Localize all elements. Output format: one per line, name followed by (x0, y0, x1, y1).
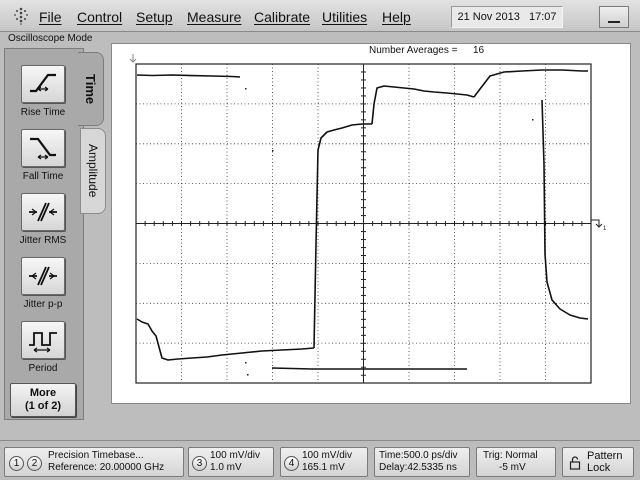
date-time-display: 21 Nov 2013 17:07 (451, 6, 563, 28)
waveform-falling-edge (541, 99, 589, 320)
channel-1-indicator[interactable]: 1 (9, 456, 24, 471)
channel-4-scale: 100 mV/div (302, 450, 353, 461)
lock-icon (569, 456, 581, 470)
channel-3-indicator: 3 (192, 456, 207, 471)
period-label: Period (28, 363, 58, 374)
pattern-lock-button[interactable]: Pattern Lock (562, 447, 634, 477)
period-icon (29, 332, 57, 353)
jitter-rms-button[interactable]: Jitter RMS (5, 189, 81, 249)
menu-utilities[interactable]: Utilities (322, 9, 367, 25)
channel-4-indicator: 4 (284, 456, 299, 471)
trigger-mode: Trig: Normal (483, 450, 538, 461)
tab-time[interactable]: Time (78, 52, 104, 126)
date-text: 21 Nov 2013 (457, 11, 520, 23)
rise-time-label: Rise Time (20, 107, 66, 118)
channel-2-indicator[interactable]: 2 (27, 456, 42, 471)
rise-time-button[interactable]: Rise Time (5, 61, 81, 121)
waveform-rising-edge-2 (371, 85, 475, 125)
jitter-rms-icon (29, 202, 57, 222)
trigger-status[interactable]: Trig: Normal -5 mV (476, 447, 556, 477)
jitter-pp-label: Jitter p-p (23, 299, 63, 310)
waveform-trace-lower (136, 318, 315, 361)
lock-label: Lock (587, 462, 611, 474)
more-label: More (29, 387, 57, 399)
minimize-button[interactable] (599, 6, 629, 28)
fall-time-icon (30, 137, 56, 160)
channel-4-status[interactable]: 4 100 mV/div 165.1 mV (280, 447, 368, 477)
fall-time-button[interactable]: Fall Time (5, 125, 81, 185)
menu-file[interactable]: File (39, 9, 62, 25)
status-bar: 1 2 Precision Timebase... Reference: 20.… (0, 440, 640, 480)
measurement-panel: Rise Time Fall Time Jitter RMS Jitter p-… (4, 48, 84, 420)
time-text: 17:07 (529, 11, 557, 23)
menu-control[interactable]: Control (77, 9, 122, 25)
agilent-logo-icon (14, 7, 28, 25)
timebase-line2: Reference: 20.00000 GHz (48, 462, 165, 473)
waveform-step-3 (473, 69, 588, 98)
menu-setup[interactable]: Setup (136, 9, 173, 25)
trigger-level: -5 mV (499, 462, 526, 473)
menu-help[interactable]: Help (382, 9, 411, 25)
waveform-trace-upper (136, 74, 241, 78)
channel-marker-label: 1 (603, 226, 607, 232)
jitter-pp-button[interactable]: Jitter p-p (5, 253, 81, 313)
horizontal-status[interactable]: Time:500.0 ps/div Delay:42.5335 ns (374, 447, 470, 477)
menu-bar: File Control Setup Measure Calibrate Uti… (0, 0, 640, 32)
timebase-status[interactable]: 1 2 Precision Timebase... Reference: 20.… (4, 447, 184, 477)
jitter-pp-icon (29, 266, 57, 286)
menu-measure[interactable]: Measure (187, 9, 241, 25)
waveform-display[interactable]: Number Averages = 16 1 (111, 43, 631, 404)
period-button[interactable]: Period (5, 317, 81, 377)
mode-label: Oscilloscope Mode (8, 33, 93, 44)
jitter-rms-label: Jitter RMS (19, 235, 67, 246)
tab-amplitude-label: Amplitude (86, 144, 100, 198)
time-per-div: Time:500.0 ps/div (379, 450, 458, 461)
timebase-line1: Precision Timebase... (48, 450, 144, 461)
graticule: 1 (129, 54, 607, 384)
channel-3-offset: 1.0 mV (210, 462, 242, 473)
more-button[interactable]: More (1 of 2) (10, 383, 76, 417)
channel-3-status[interactable]: 3 100 mV/div 1.0 mV (188, 447, 274, 477)
channel-4-offset: 165.1 mV (302, 462, 345, 473)
more-page-label: (1 of 2) (24, 400, 62, 412)
waveform-trace-baseline (271, 367, 467, 370)
tab-amplitude[interactable]: Amplitude (80, 128, 106, 214)
minimize-icon (608, 21, 620, 23)
menu-calibrate[interactable]: Calibrate (254, 9, 310, 25)
fall-time-label: Fall Time (22, 171, 64, 182)
rise-time-icon (30, 73, 56, 93)
pattern-label: Pattern (587, 450, 623, 462)
tab-time-label: Time (83, 73, 98, 105)
delay-value: Delay:42.5335 ns (379, 462, 457, 473)
channel-3-scale: 100 mV/div (210, 450, 261, 461)
